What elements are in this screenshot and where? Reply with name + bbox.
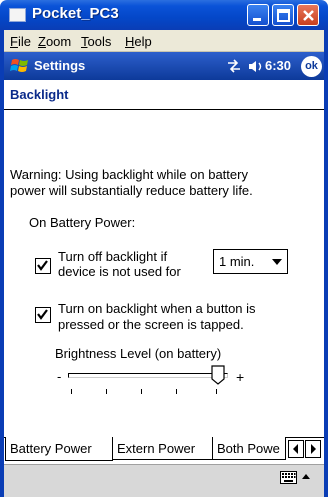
menu-help[interactable]: Help <box>125 34 152 49</box>
window-titlebar: Pocket_PC3 <box>0 0 328 30</box>
window-title: Pocket_PC3 <box>32 5 119 22</box>
window-app-icon <box>9 8 26 22</box>
window-frame-right <box>324 30 328 497</box>
slider-tick <box>106 389 107 394</box>
close-button[interactable] <box>297 4 319 26</box>
warning-line-2: power will substantially reduce battery … <box>10 183 253 198</box>
heading-divider <box>4 109 324 110</box>
slider-tick <box>71 389 72 394</box>
close-icon <box>303 10 314 21</box>
brightness-slider-track[interactable] <box>68 373 228 378</box>
window-frame-left <box>0 30 4 497</box>
menu-tools[interactable]: Tools <box>81 34 111 49</box>
brightness-max-label: + <box>236 369 245 385</box>
minimize-icon <box>253 18 261 21</box>
tab-scroll-left-button[interactable] <box>288 440 304 458</box>
tab-both-power[interactable]: Both Powe <box>212 437 286 460</box>
windows-flag-icon[interactable] <box>10 57 30 75</box>
tab-extern-power[interactable]: Extern Power <box>112 437 213 460</box>
slider-tick <box>216 389 217 394</box>
timeout-value: 1 min. <box>219 254 255 269</box>
volume-icon[interactable] <box>248 59 264 74</box>
nav-title[interactable]: Settings <box>34 58 85 73</box>
maximize-button[interactable] <box>272 4 294 26</box>
turn-on-backlight-label-2: pressed or the screen is tapped. <box>58 317 244 332</box>
turn-off-backlight-label-2: device is not used for <box>58 264 181 279</box>
input-bar <box>4 464 324 497</box>
minimize-button[interactable] <box>247 4 269 26</box>
navigation-bar: Settings 6:30 ok <box>4 52 324 80</box>
menubar: File Zoom Tools Help <box>4 30 324 52</box>
timeout-dropdown[interactable]: 1 min. <box>213 249 288 274</box>
tab-scroll-right-button[interactable] <box>305 440 321 458</box>
brightness-min-label: - <box>57 369 62 384</box>
warning-line-1: Warning: Using backlight while on batter… <box>10 167 248 182</box>
connectivity-icon[interactable] <box>226 58 242 74</box>
page-title: Backlight <box>10 87 69 102</box>
checkmark-icon <box>37 260 48 271</box>
slider-tick <box>141 389 142 394</box>
ok-button[interactable]: ok <box>301 56 322 77</box>
checkmark-icon <box>37 309 48 320</box>
turn-off-backlight-checkbox[interactable] <box>35 258 51 274</box>
turn-on-backlight-label-1: Turn on backlight when a button is <box>58 301 256 316</box>
tab-battery-power[interactable]: Battery Power <box>5 437 113 461</box>
slider-tick <box>176 389 177 394</box>
brightness-label: Brightness Level (on battery) <box>55 346 222 361</box>
keyboard-icon[interactable] <box>280 471 297 484</box>
clock-time[interactable]: 6:30 <box>265 58 291 73</box>
menu-zoom[interactable]: Zoom <box>38 34 71 49</box>
arrow-left-icon <box>293 444 298 454</box>
brightness-slider-thumb[interactable] <box>211 365 225 385</box>
maximize-icon <box>277 9 290 22</box>
input-method-arrow-icon[interactable] <box>302 474 310 479</box>
chevron-down-icon <box>272 259 282 265</box>
menu-file[interactable]: File <box>10 34 31 49</box>
turn-on-backlight-checkbox[interactable] <box>35 307 51 323</box>
arrow-right-icon <box>311 444 316 454</box>
section-label: On Battery Power: <box>29 215 136 230</box>
